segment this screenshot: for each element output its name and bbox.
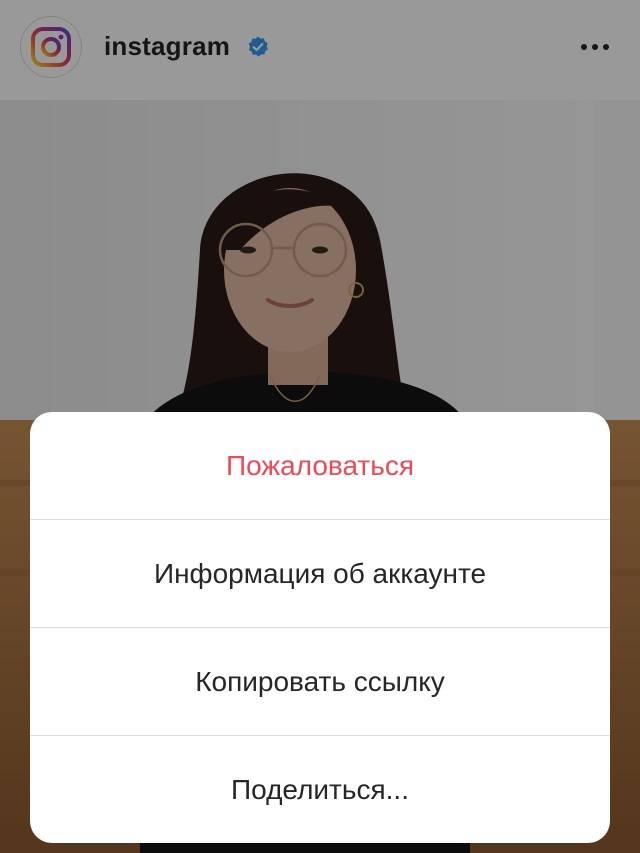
- copy-link-button[interactable]: Копировать ссылку: [30, 628, 610, 736]
- report-button[interactable]: Пожаловаться: [30, 412, 610, 520]
- account-info-button[interactable]: Информация об аккаунте: [30, 520, 610, 628]
- share-button[interactable]: Поделиться...: [30, 736, 610, 843]
- action-sheet: Пожаловаться Информация об аккаунте Копи…: [30, 412, 610, 843]
